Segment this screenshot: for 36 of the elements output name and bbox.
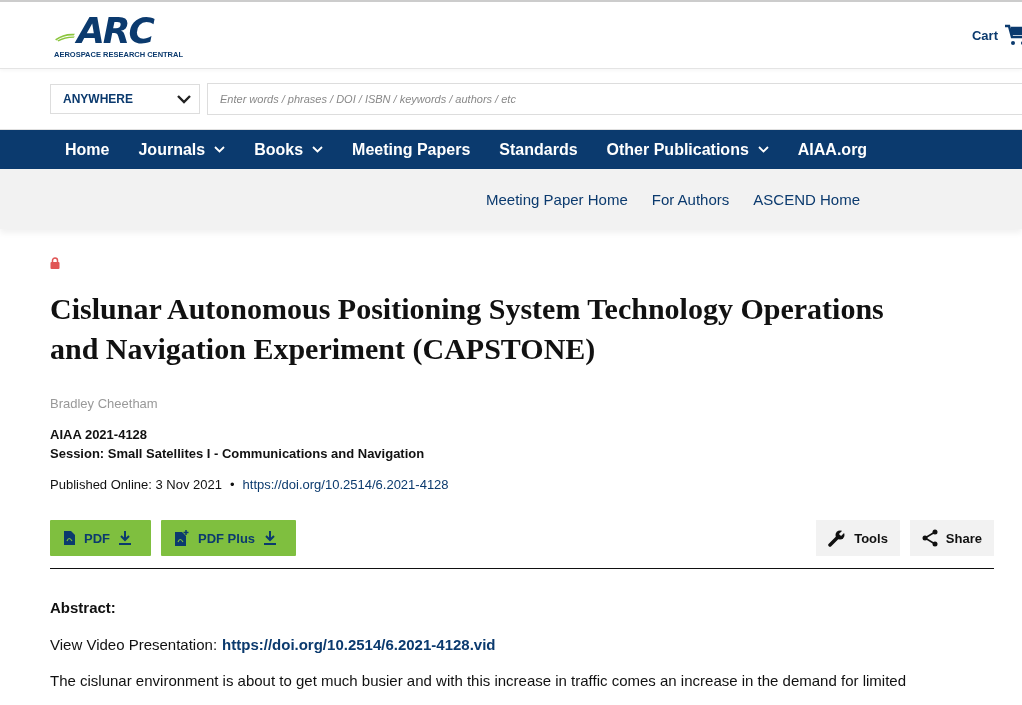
cart-link[interactable]: Cart [972, 23, 1022, 47]
nav-link[interactable]: Journals [138, 140, 226, 159]
chevron-icon [177, 94, 191, 104]
abstract-heading: Abstract: [50, 599, 117, 616]
video-label: View Video Presentation: [50, 636, 218, 653]
doi-link[interactable]: https://doi.org/10.2514/6.2021-4128 [242, 477, 449, 492]
subnav-link[interactable]: For Authors [651, 190, 730, 208]
paper-id: AIAA 2021-4128 [50, 427, 149, 442]
download-icon [119, 531, 131, 545]
abstract-text: The cislunar environment is about to get much busier and with this increase in traffic comes an increase in the demand for limited [50, 672, 907, 689]
search-field[interactable]: Enter words / phrases / DOI / ISBN / keywords / authors / etc [207, 83, 1022, 115]
nav-link[interactable]: Meeting Papers [352, 140, 471, 159]
download-icon [264, 531, 277, 545]
subnav-link[interactable]: ASCEND Home [753, 190, 860, 208]
nav-link[interactable]: Books [254, 140, 324, 159]
published-date: Published Online: 3 Nov 2021 [50, 477, 222, 492]
pdf-plus-file-icon [175, 530, 189, 546]
nav-link[interactable]: Home [65, 140, 110, 159]
subnav-link[interactable]: Meeting Paper Home [486, 190, 628, 208]
article-title: Cislunar Autonomous Positioning System Technology Operations and Navigation Experiment (CAPSTONE) [50, 291, 885, 367]
nav-link[interactable]: AIAA.org [797, 140, 868, 159]
cart-icon [1004, 23, 1022, 47]
logo-mark: ARC [77, 11, 153, 50]
scope-dropdown[interactable]: ANYWHERE [50, 84, 200, 114]
tools-button[interactable]: Tools [816, 520, 900, 556]
session-text: Session: Small Satellites I - Communications and Navigation [50, 446, 426, 461]
nav-link[interactable]: Standards [499, 140, 578, 159]
separator-text: • [230, 477, 235, 492]
share-button[interactable]: Share [909, 520, 994, 556]
download-button[interactable]: PDF [50, 520, 151, 556]
download-button[interactable]: PDF Plus [161, 520, 297, 556]
nav-link[interactable]: Other Publications [606, 140, 769, 159]
wrench-icon [828, 529, 847, 547]
share-icon [921, 529, 938, 547]
video-link[interactable]: https://doi.org/10.2514/6.2021-4128.vid [222, 636, 496, 653]
pdf-file-icon [64, 531, 75, 545]
